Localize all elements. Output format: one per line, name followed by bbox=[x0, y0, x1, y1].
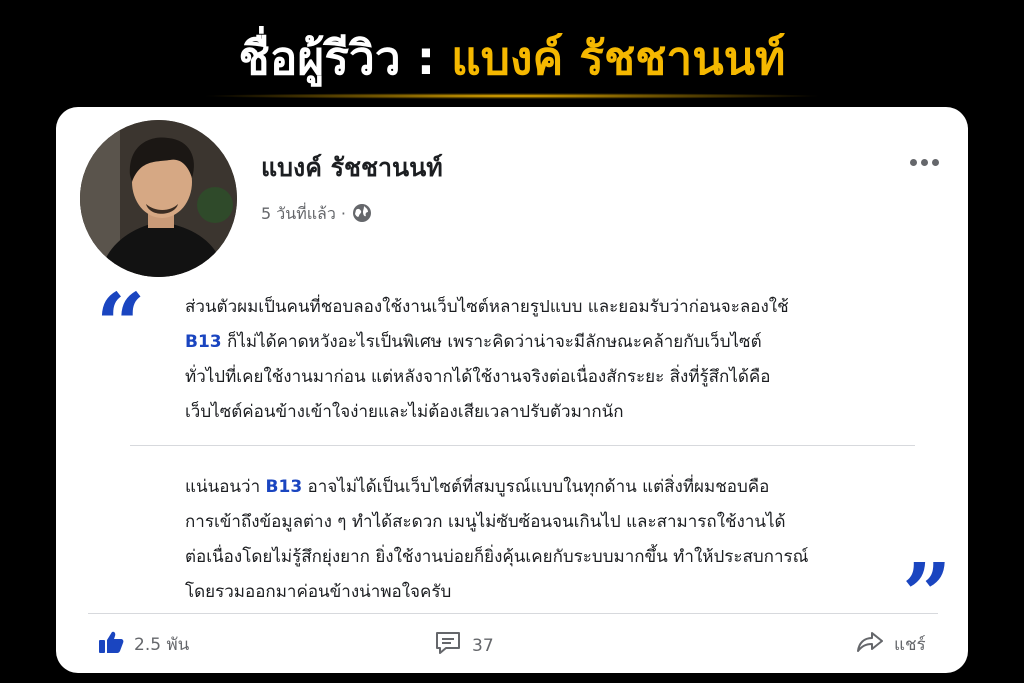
more-options-button[interactable] bbox=[904, 152, 944, 172]
review-line: การเข้าถึงข้อมูลต่าง ๆ ทำได้สะดวก เมนูไม… bbox=[185, 505, 930, 540]
like-button[interactable]: 2.5 พัน bbox=[98, 630, 189, 659]
banner-prefix: ชื่อผู้รีวิว : bbox=[238, 31, 452, 85]
more-dot bbox=[931, 158, 939, 166]
thumbs-up-icon bbox=[98, 630, 124, 659]
line-text: เว็บไซต์ค่อนข้างเข้าใจง่ายและไม่ต้องเสีย… bbox=[185, 402, 624, 422]
line-text: การเข้าถึงข้อมูลต่าง ๆ ทำได้สะดวก เมนูไม… bbox=[185, 512, 786, 532]
brand-mention: B13 bbox=[265, 477, 303, 497]
line-text: ทั่วไปที่เคยใช้งานมาก่อน แต่หลังจากได้ใช… bbox=[185, 367, 771, 387]
line-text: โดยรวมออกมาค่อนข้างน่าพอใจครับ bbox=[185, 582, 452, 602]
globe-icon bbox=[352, 203, 372, 227]
review-banner: ชื่อผู้รีวิว : แบงค์ รัชชานนท์ bbox=[0, 0, 1024, 100]
review-line: ส่วนตัวผมเป็นคนที่ชอบลองใช้งานเว็บไซต์หล… bbox=[185, 290, 930, 325]
review-paragraph-1: ส่วนตัวผมเป็นคนที่ชอบลองใช้งานเว็บไซต์หล… bbox=[185, 290, 930, 430]
banner-title: ชื่อผู้รีวิว : แบงค์ รัชชานนท์ bbox=[0, 28, 1024, 88]
avatar[interactable] bbox=[80, 120, 237, 277]
share-button[interactable]: แชร์ bbox=[856, 630, 926, 659]
post-author-name[interactable]: แบงค์ รัชชานนท์ bbox=[261, 148, 443, 188]
actions-divider bbox=[88, 613, 938, 614]
comment-icon bbox=[434, 630, 462, 661]
quote-close-icon: ” bbox=[902, 545, 952, 646]
line-text: ส่วนตัวผมเป็นคนที่ชอบลองใช้งานเว็บไซต์หล… bbox=[185, 297, 789, 317]
review-line: ทั่วไปที่เคยใช้งานมาก่อน แต่หลังจากได้ใช… bbox=[185, 360, 930, 395]
quote-open-icon: “ bbox=[96, 275, 146, 376]
paragraph-divider bbox=[130, 445, 915, 446]
line-text: ต่อเนื่องโดยไม่รู้สึกยุ่งยาก ยิ่งใช้งานบ… bbox=[185, 547, 809, 567]
review-line: แน่นอนว่า B13 อาจไม่ได้เป็นเว็บไซต์ที่สม… bbox=[185, 470, 930, 505]
review-line: โดยรวมออกมาค่อนข้างน่าพอใจครับ bbox=[185, 575, 930, 610]
review-line: ต่อเนื่องโดยไม่รู้สึกยุ่งยาก ยิ่งใช้งานบ… bbox=[185, 540, 930, 575]
line-text: อาจไม่ได้เป็นเว็บไซต์ที่สมบูรณ์แบบในทุกด… bbox=[302, 477, 770, 497]
more-dots-icon bbox=[909, 158, 917, 166]
line-text: ก็ไม่ได้คาดหวังอะไรเป็นพิเศษ เพราะคิดว่า… bbox=[221, 332, 762, 352]
post-timestamp[interactable]: 5 วันที่แล้ว · bbox=[261, 202, 346, 227]
line-text: แน่นอนว่า bbox=[185, 477, 266, 497]
more-dot bbox=[920, 158, 928, 166]
review-line: เว็บไซต์ค่อนข้างเข้าใจง่ายและไม่ต้องเสีย… bbox=[185, 395, 930, 430]
banner-reviewer-name: แบงค์ รัชชานนท์ bbox=[451, 31, 786, 85]
share-icon bbox=[856, 630, 884, 659]
like-count: 2.5 พัน bbox=[134, 635, 190, 655]
comment-count: 37 bbox=[472, 635, 494, 656]
brand-mention: B13 bbox=[185, 332, 222, 352]
share-label: แชร์ bbox=[894, 635, 926, 655]
banner-glow-line bbox=[200, 93, 824, 99]
post-meta: 5 วันที่แล้ว · bbox=[261, 202, 372, 227]
review-paragraph-2: แน่นอนว่า B13 อาจไม่ได้เป็นเว็บไซต์ที่สม… bbox=[185, 470, 930, 610]
review-line: B13 ก็ไม่ได้คาดหวังอะไรเป็นพิเศษ เพราะคิ… bbox=[185, 325, 930, 360]
comment-button[interactable]: 37 bbox=[434, 630, 494, 661]
